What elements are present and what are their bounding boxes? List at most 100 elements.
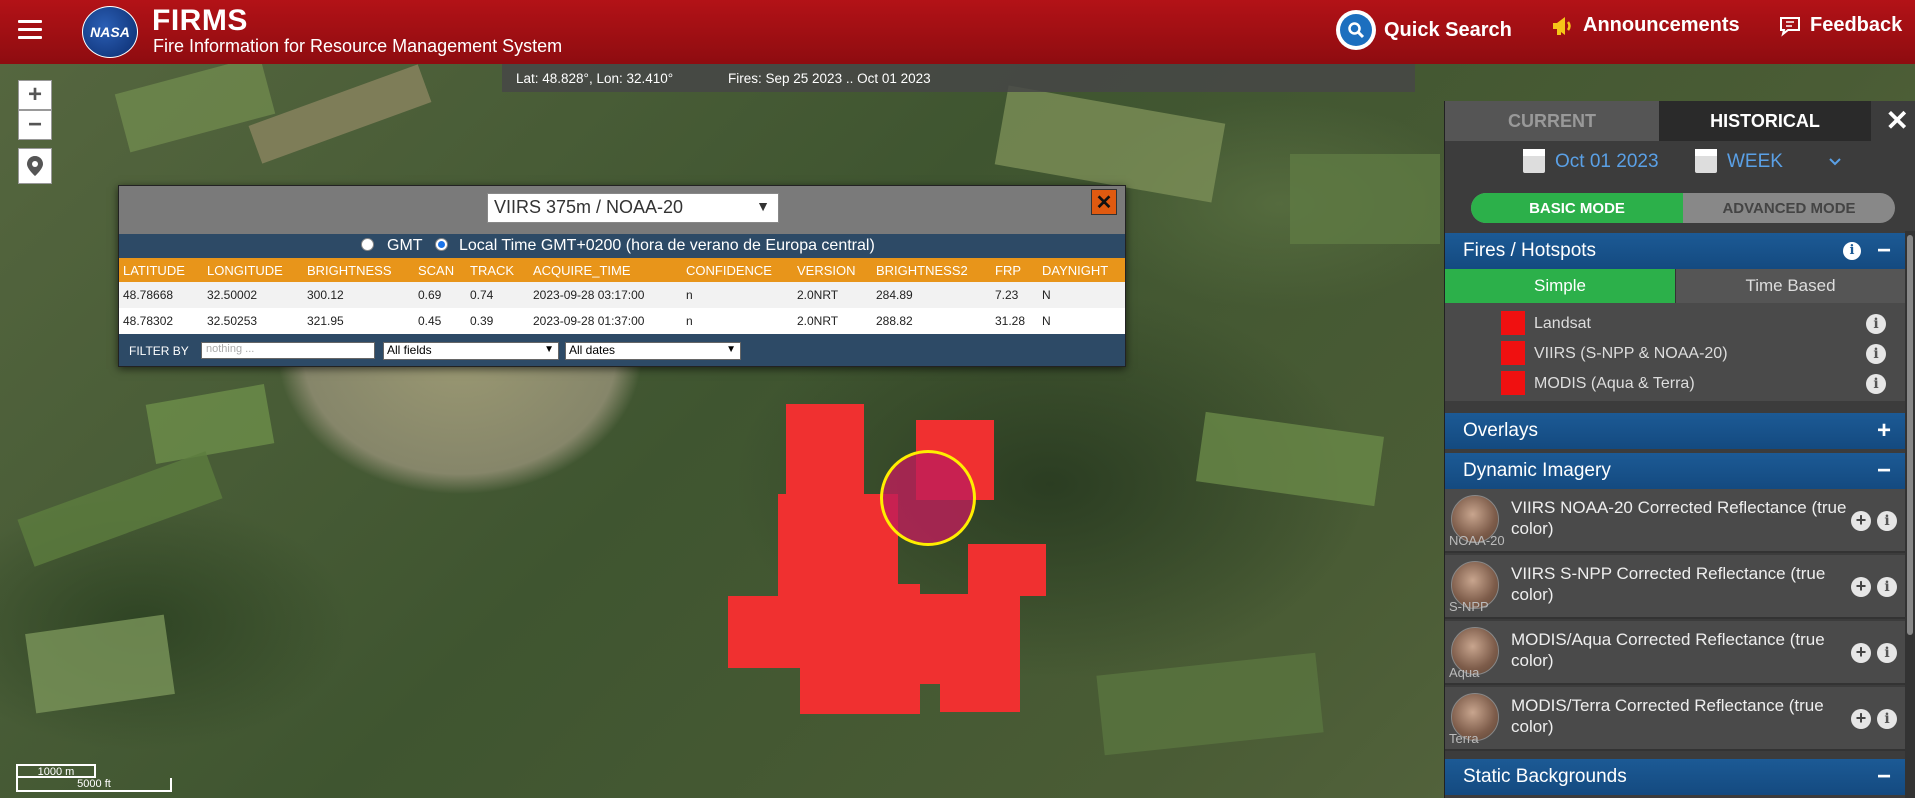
subtab-simple[interactable]: Simple: [1445, 269, 1675, 303]
subtab-time-based[interactable]: Time Based: [1675, 269, 1905, 303]
add-layer-icon[interactable]: +: [1851, 643, 1871, 663]
zoom-out-button[interactable]: −: [18, 110, 52, 140]
cursor-coordinates: Lat: 48.828°, Lon: 32.410°: [516, 70, 674, 86]
source-select[interactable]: VIIRS 375m / NOAA-20 ▼: [487, 193, 779, 223]
basic-mode-button[interactable]: BASIC MODE: [1471, 193, 1683, 223]
calendar-icon[interactable]: [1695, 149, 1717, 173]
chevron-down-icon: ▼: [544, 344, 554, 355]
table-cell: N: [1038, 308, 1125, 334]
announcements-label: Announcements: [1583, 14, 1740, 36]
calendar-icon[interactable]: [1523, 149, 1545, 173]
info-icon[interactable]: i: [1866, 374, 1886, 394]
column-header[interactable]: CONFIDENCE: [682, 258, 793, 282]
popup-toolbar: VIIRS 375m / NOAA-20 ▼ ✕: [119, 186, 1125, 234]
tab-current[interactable]: CURRENT: [1445, 101, 1659, 141]
fire-layer-modis[interactable]: MODIS (Aqua & Terra) i: [1445, 369, 1905, 399]
period-select[interactable]: WEEK: [1727, 151, 1783, 173]
filter-dates-select[interactable]: All dates ▼: [565, 342, 741, 360]
column-header[interactable]: VERSION: [793, 258, 872, 282]
table-row[interactable]: 48.78668 32.50002 300.12 0.69 0.74 2023-…: [119, 282, 1125, 308]
info-icon[interactable]: i: [1877, 709, 1897, 729]
filter-fields-select[interactable]: All fields ▼: [383, 342, 559, 360]
fires-hotspots-section[interactable]: Fires / Hotspots i −: [1445, 233, 1905, 269]
quick-search-button[interactable]: Quick Search: [1336, 10, 1512, 50]
hamburger-menu-icon[interactable]: [18, 20, 42, 40]
map-field: [17, 451, 223, 567]
info-icon[interactable]: i: [1877, 511, 1897, 531]
column-header[interactable]: LONGITUDE: [203, 258, 303, 282]
imagery-tag: NOAA-20: [1449, 533, 1505, 548]
date-picker[interactable]: Oct 01 2023: [1555, 151, 1659, 173]
table-cell: 300.12: [303, 282, 414, 308]
announcements-button[interactable]: Announcements: [1551, 14, 1740, 37]
dynamic-imagery-section[interactable]: Dynamic Imagery −: [1445, 453, 1905, 489]
imagery-item[interactable]: Aqua MODIS/Aqua Corrected Reflectance (t…: [1445, 621, 1905, 685]
advanced-mode-button[interactable]: ADVANCED MODE: [1683, 193, 1895, 223]
expand-icon[interactable]: +: [1877, 417, 1891, 445]
fire-layer-landsat[interactable]: Landsat i: [1445, 309, 1905, 339]
column-header[interactable]: SCAN: [414, 258, 466, 282]
chevron-down-icon: ▼: [756, 198, 770, 214]
collapse-icon[interactable]: −: [1877, 457, 1891, 485]
overlays-section[interactable]: Overlays +: [1445, 413, 1905, 449]
column-header[interactable]: LATITUDE: [119, 258, 203, 282]
layer-color-swatch[interactable]: [1501, 341, 1525, 365]
mode-toggle: BASIC MODE ADVANCED MODE: [1471, 193, 1895, 223]
info-icon[interactable]: i: [1866, 314, 1886, 334]
imagery-item[interactable]: NOAA-20 VIIRS NOAA-20 Corrected Reflecta…: [1445, 489, 1905, 553]
add-layer-icon[interactable]: +: [1851, 511, 1871, 531]
column-header[interactable]: BRIGHTNESS2: [872, 258, 991, 282]
popup-close-button[interactable]: ✕: [1091, 189, 1117, 215]
collapse-icon[interactable]: −: [1877, 763, 1891, 791]
info-icon[interactable]: i: [1877, 643, 1897, 663]
filter-dates-value: All dates: [569, 343, 616, 357]
add-layer-icon[interactable]: +: [1851, 709, 1871, 729]
info-icon[interactable]: i: [1866, 344, 1886, 364]
zoom-in-button[interactable]: +: [18, 80, 52, 110]
locate-button[interactable]: [18, 148, 52, 184]
table-cell: 2.0NRT: [793, 282, 872, 308]
chevron-down-icon[interactable]: [1829, 157, 1841, 167]
imagery-title: MODIS/Terra Corrected Reflectance (true …: [1511, 696, 1824, 736]
fire-detection[interactable]: [968, 544, 1046, 596]
info-icon[interactable]: i: [1843, 242, 1861, 260]
layer-color-swatch[interactable]: [1501, 311, 1525, 335]
feedback-button[interactable]: Feedback: [1778, 14, 1902, 37]
gmt-radio[interactable]: [361, 238, 374, 251]
fire-detection[interactable]: [940, 664, 1020, 712]
nasa-logo[interactable]: NASA: [82, 6, 138, 58]
fire-layer-viirs[interactable]: VIIRS (S-NPP & NOAA-20) i: [1445, 339, 1905, 369]
tab-historical[interactable]: HISTORICAL: [1659, 101, 1871, 141]
column-header[interactable]: FRP: [991, 258, 1038, 282]
gmt-label: GMT: [387, 237, 423, 254]
info-icon[interactable]: i: [1877, 577, 1897, 597]
table-cell: n: [682, 308, 793, 334]
panel-scrollbar[interactable]: [1905, 231, 1915, 798]
fire-layers-list: Landsat i VIIRS (S-NPP & NOAA-20) i MODI…: [1445, 303, 1905, 401]
scrollbar-thumb[interactable]: [1907, 235, 1913, 635]
selected-fire-highlight[interactable]: [880, 450, 976, 546]
layer-label: Landsat: [1534, 315, 1591, 332]
add-layer-icon[interactable]: +: [1851, 577, 1871, 597]
table-row[interactable]: 48.78302 32.50253 321.95 0.45 0.39 2023-…: [119, 308, 1125, 334]
table-cell: 0.45: [414, 308, 466, 334]
layer-color-swatch[interactable]: [1501, 371, 1525, 395]
table-cell: 32.50002: [203, 282, 303, 308]
source-select-value: VIIRS 375m / NOAA-20: [494, 197, 684, 217]
local-time-radio[interactable]: [435, 238, 448, 251]
filter-input[interactable]: nothing ...: [201, 342, 375, 359]
collapse-icon[interactable]: −: [1877, 237, 1891, 265]
chat-icon: [1780, 16, 1800, 37]
column-header[interactable]: DAYNIGHT: [1038, 258, 1125, 282]
imagery-item[interactable]: S-NPP VIIRS S-NPP Corrected Reflectance …: [1445, 555, 1905, 619]
column-header[interactable]: BRIGHTNESS: [303, 258, 414, 282]
panel-close-button[interactable]: ✕: [1886, 107, 1909, 135]
column-header[interactable]: ACQUIRE_TIME: [529, 258, 682, 282]
map-field: [1096, 652, 1324, 756]
column-header[interactable]: TRACK: [466, 258, 529, 282]
table-cell: 321.95: [303, 308, 414, 334]
filter-fields-value: All fields: [387, 343, 432, 357]
static-backgrounds-section[interactable]: Static Backgrounds −: [1445, 759, 1905, 795]
section-title: Fires / Hotspots: [1463, 240, 1597, 261]
imagery-item[interactable]: Terra MODIS/Terra Corrected Reflectance …: [1445, 687, 1905, 751]
